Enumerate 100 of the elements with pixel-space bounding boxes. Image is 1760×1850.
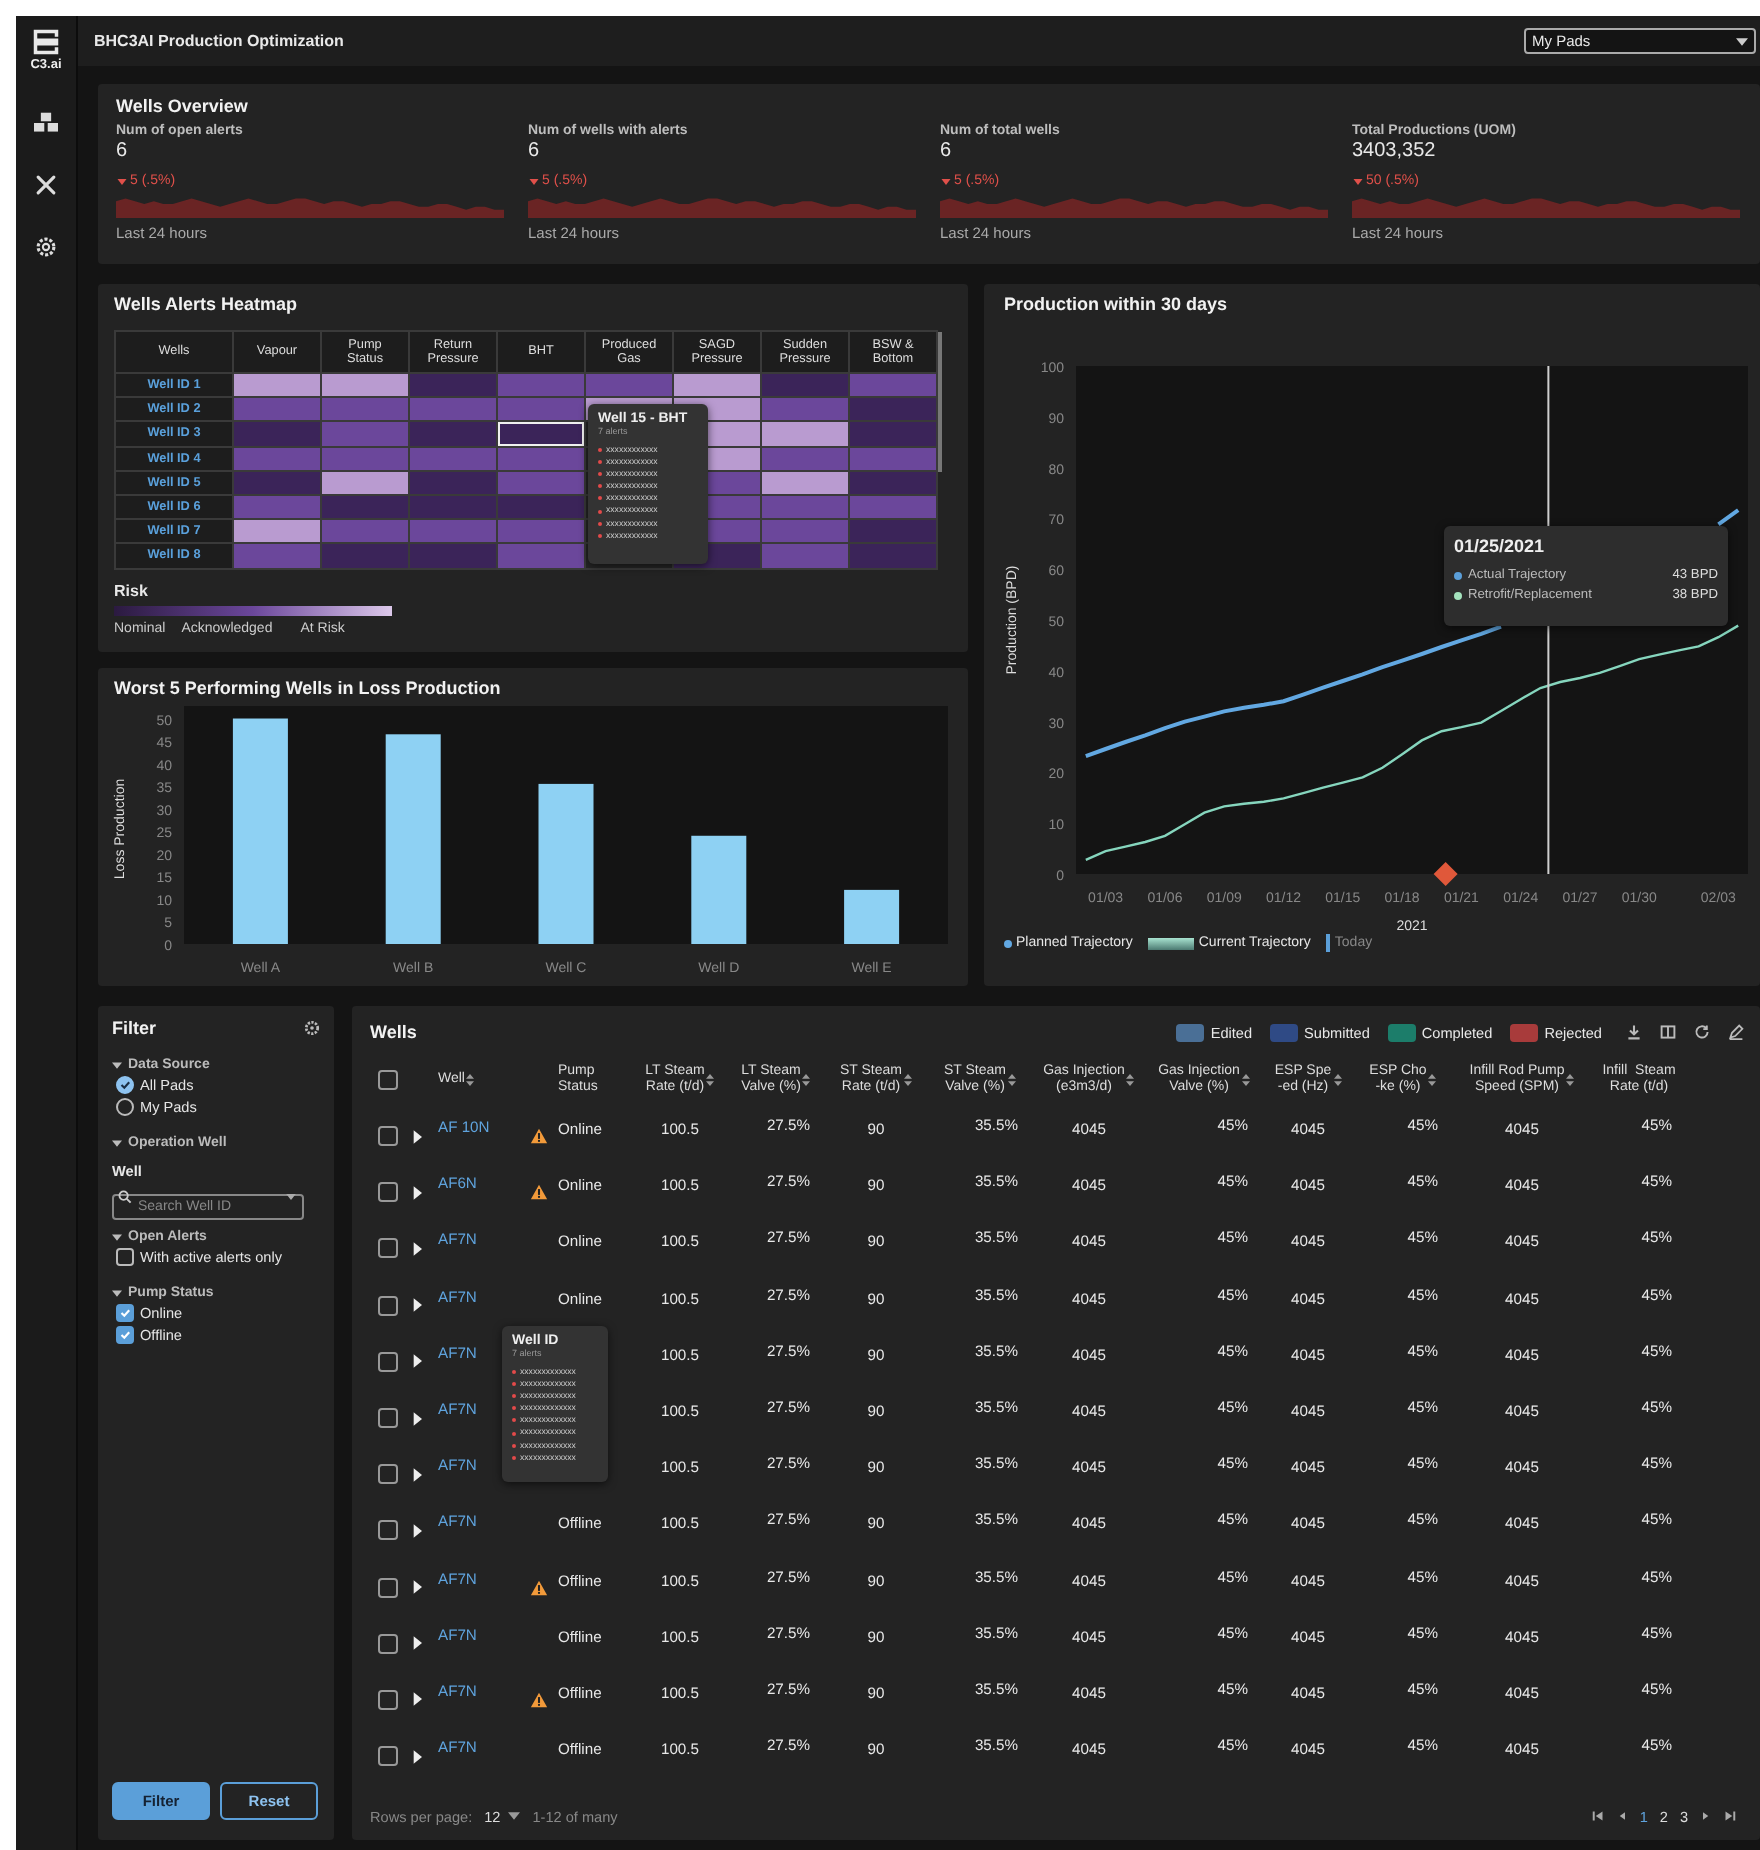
heatmap-cell[interactable] (762, 398, 848, 421)
heatmap-cell[interactable] (586, 374, 672, 397)
heatmap-cell[interactable] (234, 520, 320, 543)
first-page-icon[interactable] (1591, 1810, 1604, 1822)
heatmap-cell[interactable] (674, 374, 760, 397)
sort-icon[interactable] (1566, 1074, 1575, 1086)
edit-icon[interactable] (1728, 1024, 1744, 1040)
row-checkbox[interactable] (378, 1633, 398, 1654)
heatmap-cell[interactable] (234, 544, 320, 567)
download-icon[interactable] (1626, 1024, 1642, 1040)
expand-icon[interactable] (412, 1467, 422, 1482)
heatmap-cell[interactable] (850, 398, 936, 421)
sort-icon[interactable] (706, 1074, 715, 1086)
heatmap-cell[interactable] (322, 520, 408, 543)
row-checkbox[interactable] (378, 1182, 398, 1203)
scrollbar[interactable] (938, 332, 942, 472)
heatmap-cell[interactable] (762, 520, 848, 543)
sort-icon[interactable] (1008, 1074, 1016, 1086)
expand-icon[interactable] (412, 1129, 422, 1144)
expand-icon[interactable] (412, 1580, 422, 1595)
heatmap-cell[interactable] (762, 495, 848, 519)
heatmap-cell[interactable] (322, 374, 408, 397)
expand-icon[interactable] (412, 1636, 422, 1651)
heatmap-cell[interactable] (850, 471, 936, 494)
heatmap-cell[interactable] (410, 495, 496, 519)
columns-icon[interactable] (1660, 1024, 1676, 1040)
last-page-icon[interactable] (1724, 1810, 1736, 1822)
heatmap-cell[interactable] (498, 374, 584, 397)
sort-icon[interactable] (802, 1074, 811, 1086)
heatmap-cell[interactable] (498, 520, 584, 543)
select-all-checkbox[interactable] (378, 1070, 398, 1090)
heatmap-cell[interactable] (322, 447, 408, 470)
down-caret-icon (116, 175, 128, 187)
heatmap-cell[interactable] (410, 471, 496, 494)
settings-icon[interactable] (34, 236, 58, 258)
heatmap-cell[interactable] (850, 447, 936, 470)
sort-icon[interactable] (1333, 1074, 1342, 1086)
sort-icon[interactable] (466, 1074, 475, 1086)
heatmap-cell[interactable] (762, 471, 848, 494)
heatmap-cell[interactable] (410, 520, 496, 543)
heatmap-cell[interactable] (322, 422, 408, 446)
expand-icon[interactable] (412, 1411, 422, 1426)
heatmap-cell[interactable] (234, 374, 320, 397)
sort-icon[interactable] (1126, 1074, 1135, 1086)
refresh-icon[interactable] (1694, 1024, 1710, 1040)
expand-icon[interactable] (412, 1241, 422, 1256)
settings-icon[interactable] (304, 1020, 320, 1036)
expand-icon[interactable] (412, 1354, 422, 1369)
heatmap-cell[interactable] (234, 447, 320, 470)
heatmap-cell[interactable] (762, 447, 848, 470)
heatmap-cell[interactable] (850, 374, 936, 397)
heatmap-cell[interactable] (498, 422, 584, 446)
row-checkbox[interactable] (378, 1126, 398, 1147)
sort-icon[interactable] (1428, 1074, 1437, 1086)
row-checkbox[interactable] (378, 1295, 398, 1316)
heatmap-cell[interactable] (410, 447, 496, 470)
heatmap-cell[interactable] (850, 520, 936, 543)
heatmap-cell[interactable] (498, 447, 584, 470)
heatmap-cell[interactable] (234, 422, 320, 446)
panel-title: Worst 5 Performing Wells in Loss Production (112, 678, 503, 698)
heatmap-cell[interactable] (498, 398, 584, 421)
heatmap-cell[interactable] (322, 398, 408, 421)
heatmap-cell[interactable] (498, 544, 584, 567)
heatmap-cell[interactable] (850, 544, 936, 567)
heatmap-cell[interactable] (234, 398, 320, 421)
expand-icon[interactable] (412, 1523, 422, 1538)
cubes-icon[interactable] (34, 112, 58, 134)
heatmap-cell[interactable] (322, 544, 408, 567)
row-checkbox[interactable] (378, 1746, 398, 1767)
event-marker[interactable] (1433, 862, 1458, 886)
heatmap-cell[interactable] (762, 544, 848, 567)
row-checkbox[interactable] (378, 1689, 398, 1710)
heatmap-cell[interactable] (410, 544, 496, 567)
heatmap-cell[interactable] (850, 422, 936, 446)
sort-icon[interactable] (904, 1074, 912, 1086)
heatmap-cell[interactable] (762, 374, 848, 397)
next-page-icon[interactable] (1700, 1810, 1712, 1822)
heatmap-cell[interactable] (850, 495, 936, 519)
previous-page-icon[interactable] (1615, 1810, 1628, 1822)
row-checkbox[interactable] (378, 1408, 398, 1429)
heatmap-cell[interactable] (762, 422, 848, 446)
heatmap-cell[interactable] (234, 471, 320, 494)
row-checkbox[interactable] (378, 1238, 398, 1259)
heatmap-cell[interactable] (498, 495, 584, 519)
heatmap-cell[interactable] (322, 471, 408, 494)
heatmap-cell[interactable] (410, 422, 496, 446)
heatmap-cell[interactable] (410, 374, 496, 397)
row-checkbox[interactable] (378, 1464, 398, 1485)
expand-icon[interactable] (412, 1298, 422, 1313)
heatmap-cell[interactable] (410, 398, 496, 421)
row-checkbox[interactable] (378, 1577, 398, 1598)
row-checkbox[interactable] (378, 1520, 398, 1541)
expand-icon[interactable] (412, 1749, 422, 1764)
heatmap-cell[interactable] (234, 495, 320, 519)
heatmap-cell[interactable] (322, 495, 408, 519)
expand-icon[interactable] (412, 1185, 422, 1200)
expand-icon[interactable] (412, 1692, 422, 1707)
row-checkbox[interactable] (378, 1351, 398, 1372)
heatmap-cell[interactable] (498, 471, 584, 494)
sort-icon[interactable] (1241, 1074, 1250, 1086)
